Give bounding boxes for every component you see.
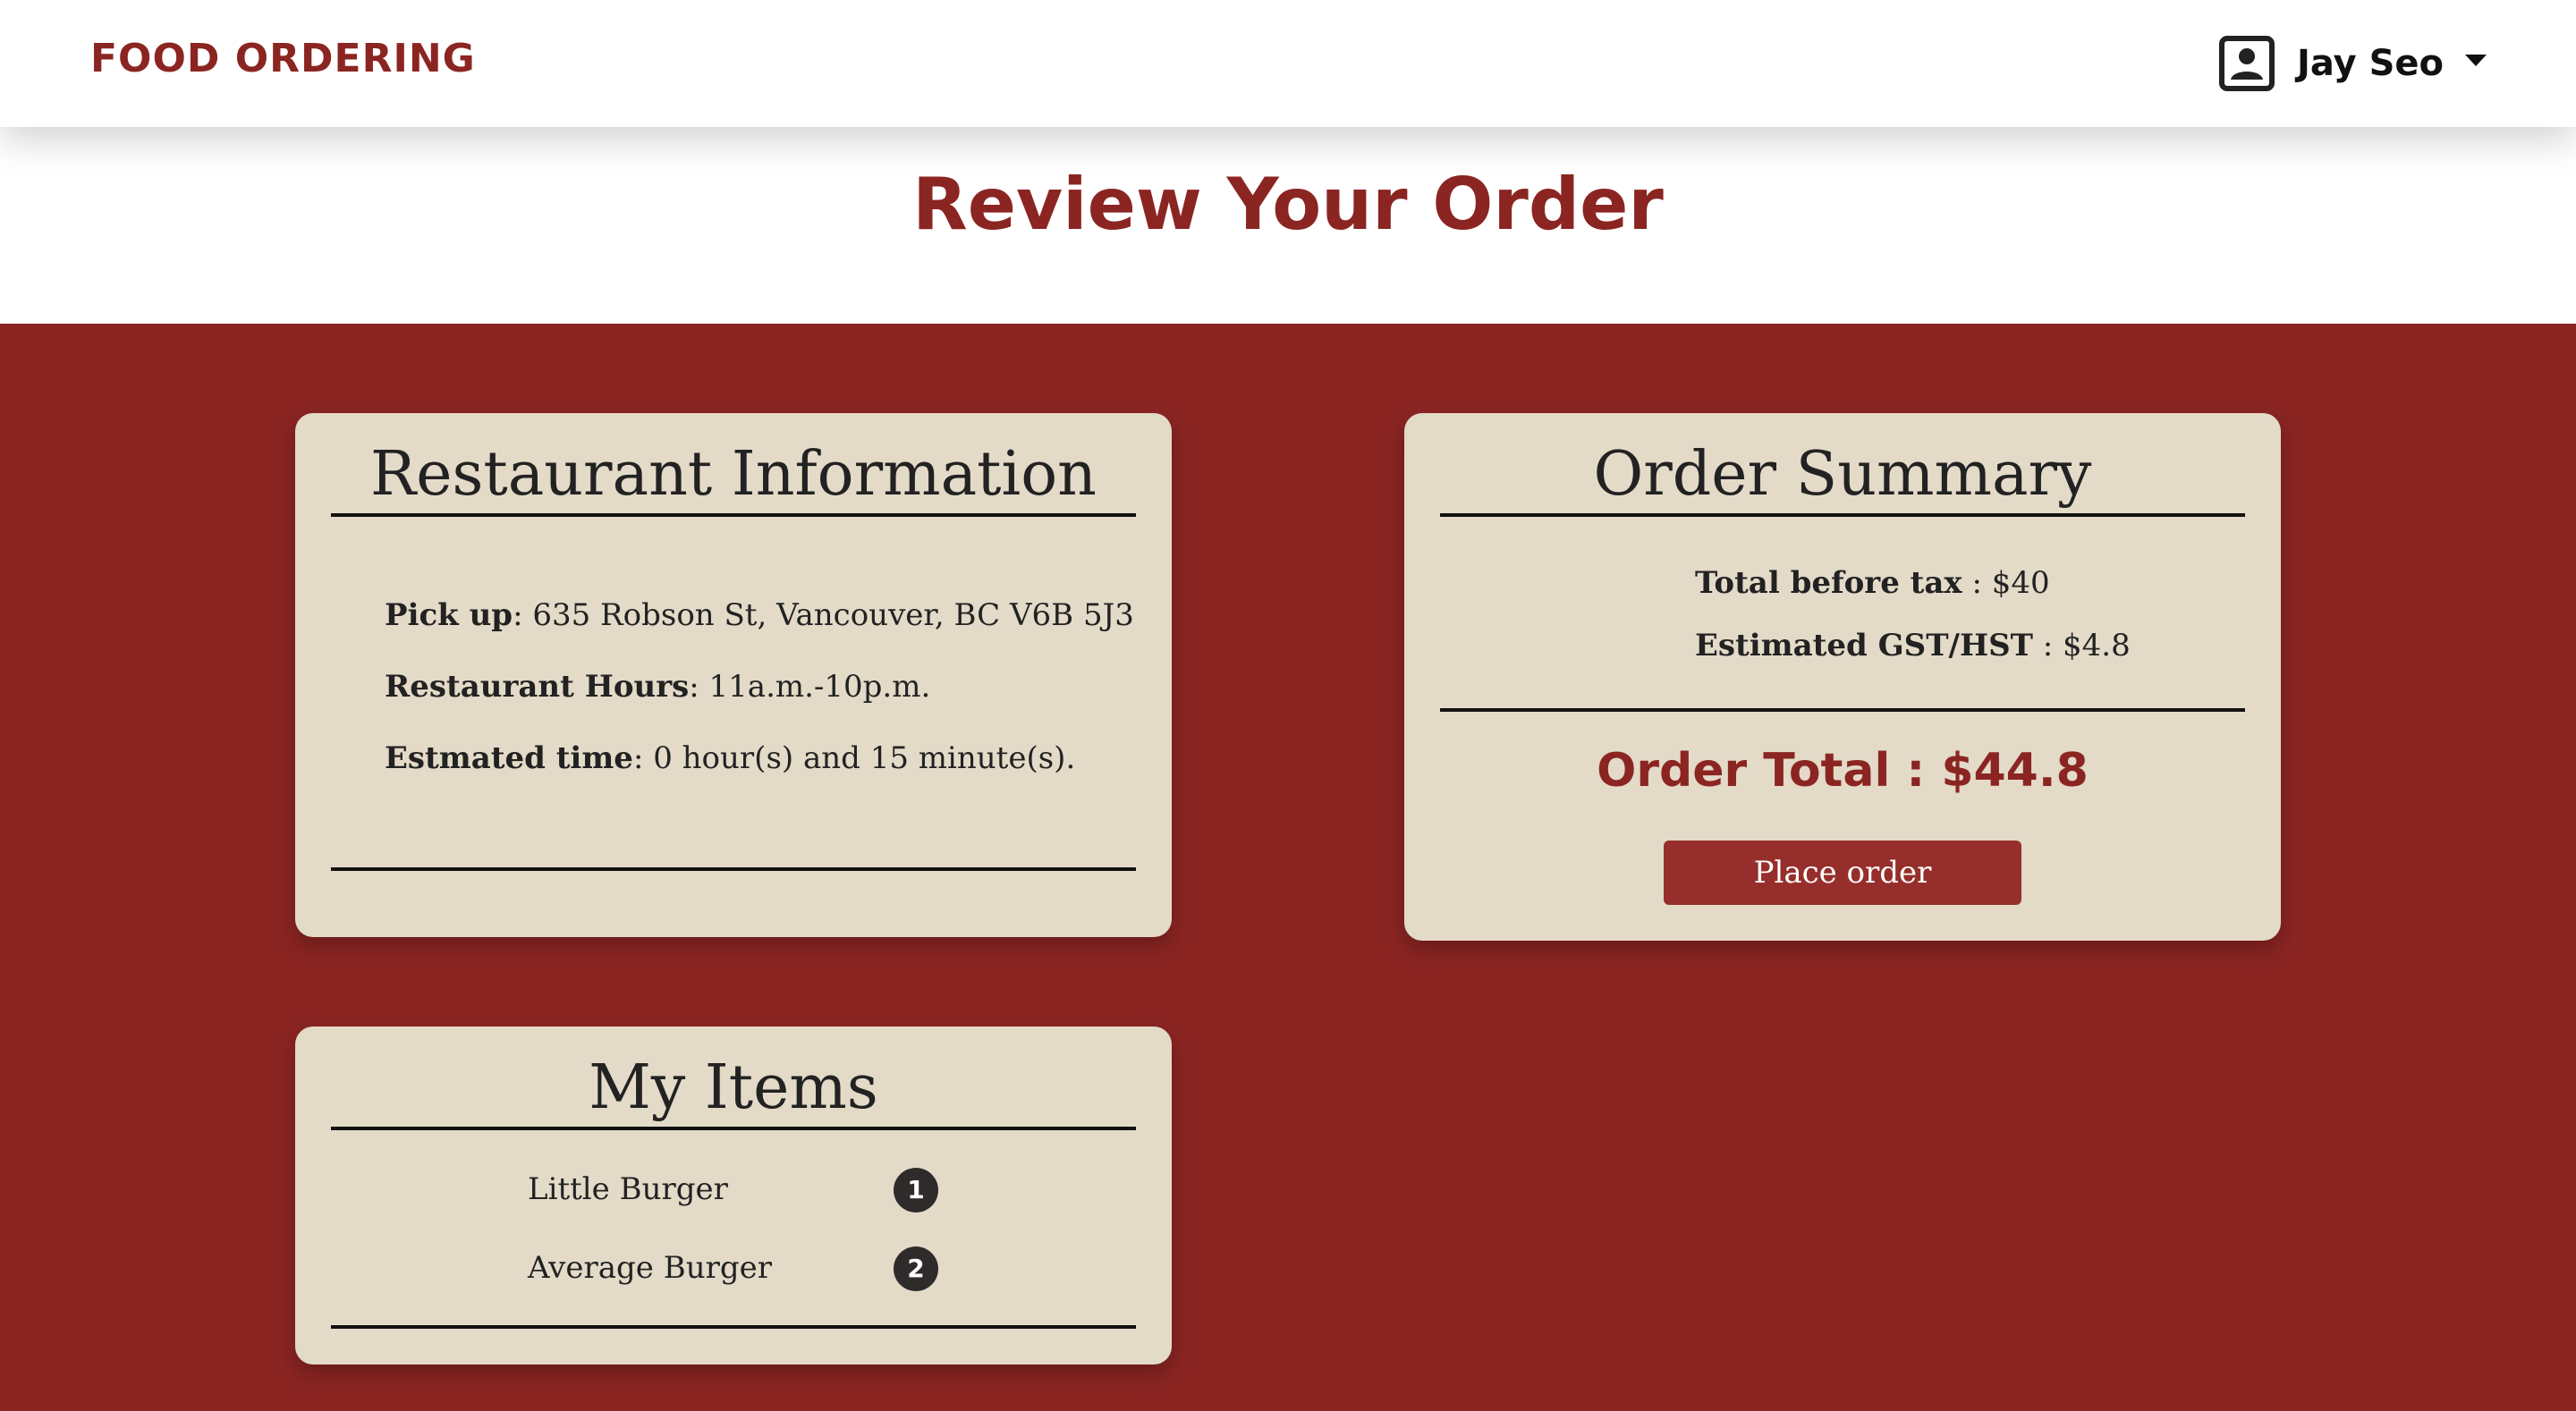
gst-value: : $4.8	[2032, 628, 2131, 663]
pickup-line: Pick up: 635 Robson St, Vancouver, BC V6…	[385, 597, 1134, 633]
restaurant-info-card: Restaurant Information Pick up: 635 Robs…	[295, 413, 1172, 937]
page-header: Review Your Order	[0, 127, 2576, 324]
my-items-title: My Items	[331, 1052, 1136, 1130]
pickup-value: : 635 Robson St, Vancouver, BC V6B 5J3	[513, 597, 1134, 633]
before-tax-value: : $40	[1962, 565, 2050, 601]
restaurant-info-title: Restaurant Information	[331, 438, 1136, 517]
order-summary-card: Order Summary Total before tax : $40 Est…	[1404, 413, 2281, 941]
hours-label: Restaurant Hours	[385, 669, 690, 705]
brand-logo[interactable]: FOOD ORDERING	[90, 36, 476, 81]
divider	[331, 867, 1136, 871]
gst-line: Estimated GST/HST : $4.8	[1695, 628, 2131, 663]
page-title: Review Your Order	[912, 163, 1664, 246]
quantity-badge: 1	[894, 1168, 938, 1212]
user-name: Jay Seo	[2296, 43, 2444, 84]
account-box-icon	[2218, 36, 2275, 91]
estimated-time-label: Estmated time	[385, 740, 633, 776]
pickup-label: Pick up	[385, 597, 513, 633]
order-summary-title: Order Summary	[1440, 438, 2245, 517]
list-item: Average Burger 2	[528, 1246, 975, 1291]
hours-value: : 11a.m.-10p.m.	[689, 669, 931, 705]
estimated-time-line: Estmated time: 0 hour(s) and 15 minute(s…	[385, 740, 1075, 776]
gst-label: Estimated GST/HST	[1695, 628, 2033, 663]
divider	[1440, 708, 2245, 712]
hours-line: Restaurant Hours: 11a.m.-10p.m.	[385, 669, 930, 705]
item-name: Little Burger	[528, 1171, 728, 1207]
list-item: Little Burger 1	[528, 1168, 975, 1212]
user-menu-dropdown[interactable]: Jay Seo	[2218, 34, 2487, 93]
order-total: Order Total : $44.8	[1597, 744, 2089, 798]
divider	[331, 1325, 1136, 1329]
navbar: FOOD ORDERING Jay Seo	[0, 0, 2576, 127]
my-items-card: My Items Little Burger 1 Average Burger …	[295, 1027, 1172, 1365]
caret-down-icon	[2465, 54, 2487, 66]
before-tax-line: Total before tax : $40	[1695, 565, 2050, 601]
before-tax-label: Total before tax	[1695, 565, 1962, 601]
place-order-button[interactable]: Place order	[1664, 841, 2021, 905]
estimated-time-value: : 0 hour(s) and 15 minute(s).	[632, 740, 1076, 776]
quantity-badge: 2	[894, 1246, 938, 1291]
item-name: Average Burger	[528, 1250, 772, 1286]
